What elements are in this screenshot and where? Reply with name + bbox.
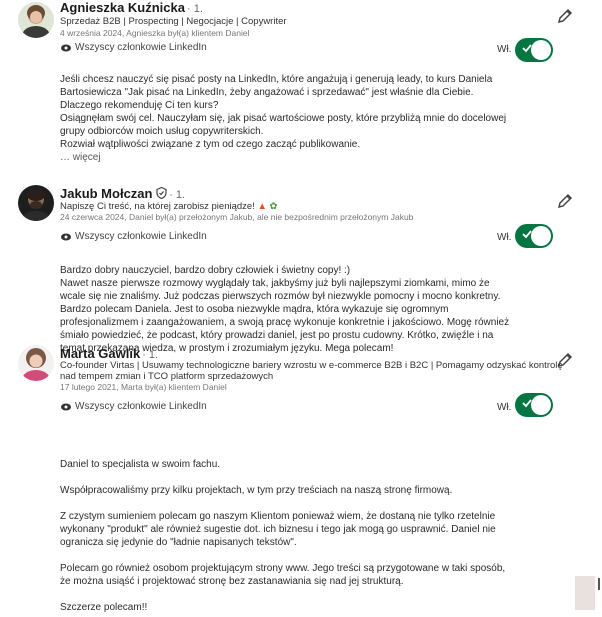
clover-icon: ✿ [269,201,278,212]
recommender-headline: nad tempem zmian i TCO platform sprzedaż… [60,371,274,382]
eye-icon [61,44,71,51]
avatar[interactable] [18,2,54,38]
eye-icon [61,233,71,240]
toggle-label: Wł. [497,232,512,243]
avatar[interactable] [18,345,54,381]
recommender-headline: Sprzedaż B2B | Prospecting | Negocjacje … [60,16,287,27]
visibility-toggle[interactable] [515,393,553,417]
recommendation-date: 17 lutego 2021, Marta był(a) klientem Da… [60,382,227,392]
recommender-name[interactable]: Marta Gawlik · 1. [60,346,158,361]
visibility-setting[interactable]: Wszyscy członkowie LinkedIn [61,231,207,242]
recommendation-text: Jeśli chcesz nauczyć się pisać posty na … [60,73,535,164]
recommender-headline: Napiszę Ci treść, na której zarobisz pie… [60,201,278,212]
visibility-setting[interactable]: Wszyscy członkowie LinkedIn [61,42,207,53]
recommender-name[interactable]: Agnieszka Kuźnicka · 1. [60,0,203,15]
pencil-icon[interactable] [557,193,573,209]
scrollbar[interactable] [598,578,600,590]
pencil-icon[interactable] [557,352,573,368]
visibility-setting[interactable]: Wszyscy członkowie LinkedIn [61,401,207,412]
recommendation-text: Bardzo dobry nauczyciel, bardzo dobry cz… [60,265,510,354]
side-thumbnail [575,576,595,610]
recommender-name[interactable]: Jakub Mołczan · 1. [60,186,185,201]
toggle-label: Wł. [497,402,512,413]
pencil-icon[interactable] [557,8,573,24]
toggle-label: Wł. [497,44,512,55]
shield-icon [156,186,167,200]
recommender-headline: Co-founder Virtas | Usuwamy technologicz… [60,360,563,371]
visibility-toggle[interactable] [515,38,553,62]
avatar[interactable] [18,185,54,221]
see-more-link[interactable]: … więcej [60,151,535,164]
visibility-toggle[interactable] [515,224,553,248]
eye-icon [61,403,71,410]
fire-icon: ▲ [257,201,267,212]
recommendation-date: 24 czerwca 2024, Daniel był(a) przełożon… [60,212,414,222]
recommendation-date: 4 września 2024, Agnieszka był(a) klient… [60,28,250,38]
recommendation-text: Daniel to specjalista w swoim fachu. Wsp… [60,459,506,613]
